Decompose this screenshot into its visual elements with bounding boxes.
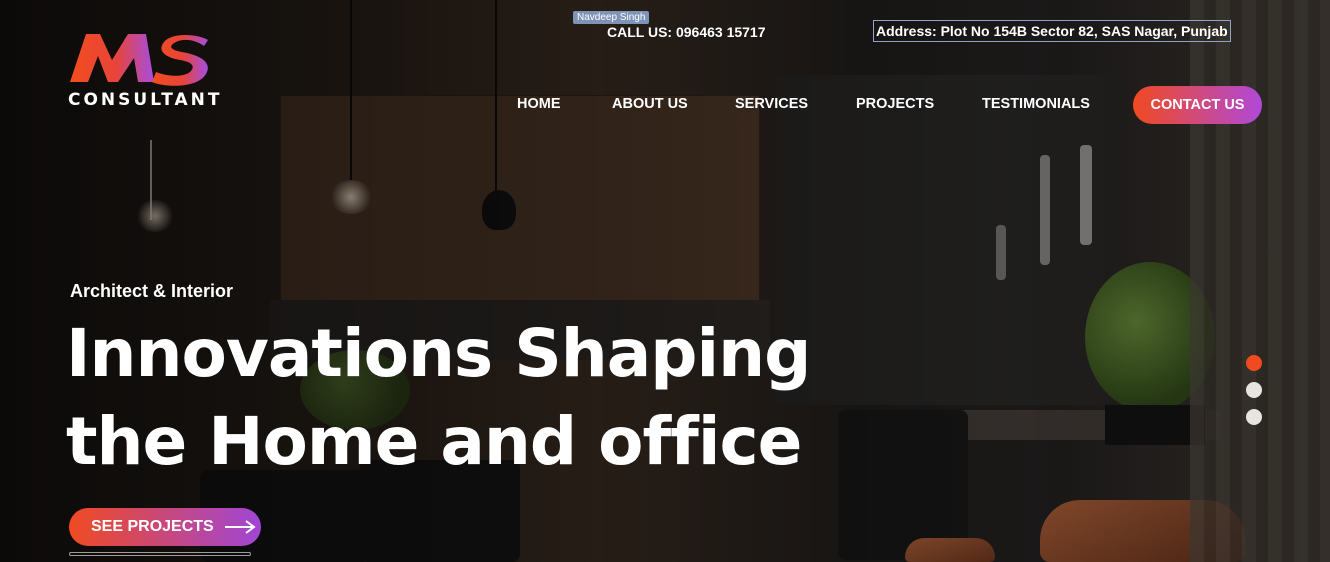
nav-services[interactable]: SERVICES xyxy=(735,96,825,112)
hero-section: CONSULTANT Navdeep Singh CALL US: 096463… xyxy=(0,0,1330,562)
see-projects-label: SEE PROJECTS xyxy=(91,518,214,535)
user-tooltip: Navdeep Singh xyxy=(573,11,650,24)
logo[interactable]: CONSULTANT xyxy=(68,30,223,110)
call-us-link[interactable]: CALL US: 096463 15717 xyxy=(607,24,766,40)
cta-underline xyxy=(69,552,251,556)
headline-line-2: the Home and office xyxy=(66,403,802,480)
contact-us-button[interactable]: CONTACT US xyxy=(1133,86,1262,124)
nav-home[interactable]: HOME xyxy=(517,96,561,112)
slider-dot-1[interactable] xyxy=(1246,355,1262,371)
nav-about-us[interactable]: ABOUT US xyxy=(612,96,702,112)
slider-dot-2[interactable] xyxy=(1246,382,1262,398)
nav-projects[interactable]: PROJECTS xyxy=(856,96,946,112)
logo-text: CONSULTANT xyxy=(68,90,223,110)
slider-dots xyxy=(1246,355,1262,436)
see-projects-button[interactable]: SEE PROJECTS xyxy=(69,508,261,546)
slider-dot-3[interactable] xyxy=(1246,409,1262,425)
hero-headline: Innovations Shaping the Home and office xyxy=(66,310,886,486)
logo-mark xyxy=(70,34,208,86)
headline-line-1: Innovations Shaping xyxy=(66,315,811,392)
nav-testimonials[interactable]: TESTIMONIALS xyxy=(982,96,1102,112)
address-text: Address: Plot No 154B Sector 82, SAS Nag… xyxy=(873,20,1231,42)
arrow-right-icon xyxy=(224,520,256,534)
hero-eyebrow: Architect & Interior xyxy=(70,281,234,301)
